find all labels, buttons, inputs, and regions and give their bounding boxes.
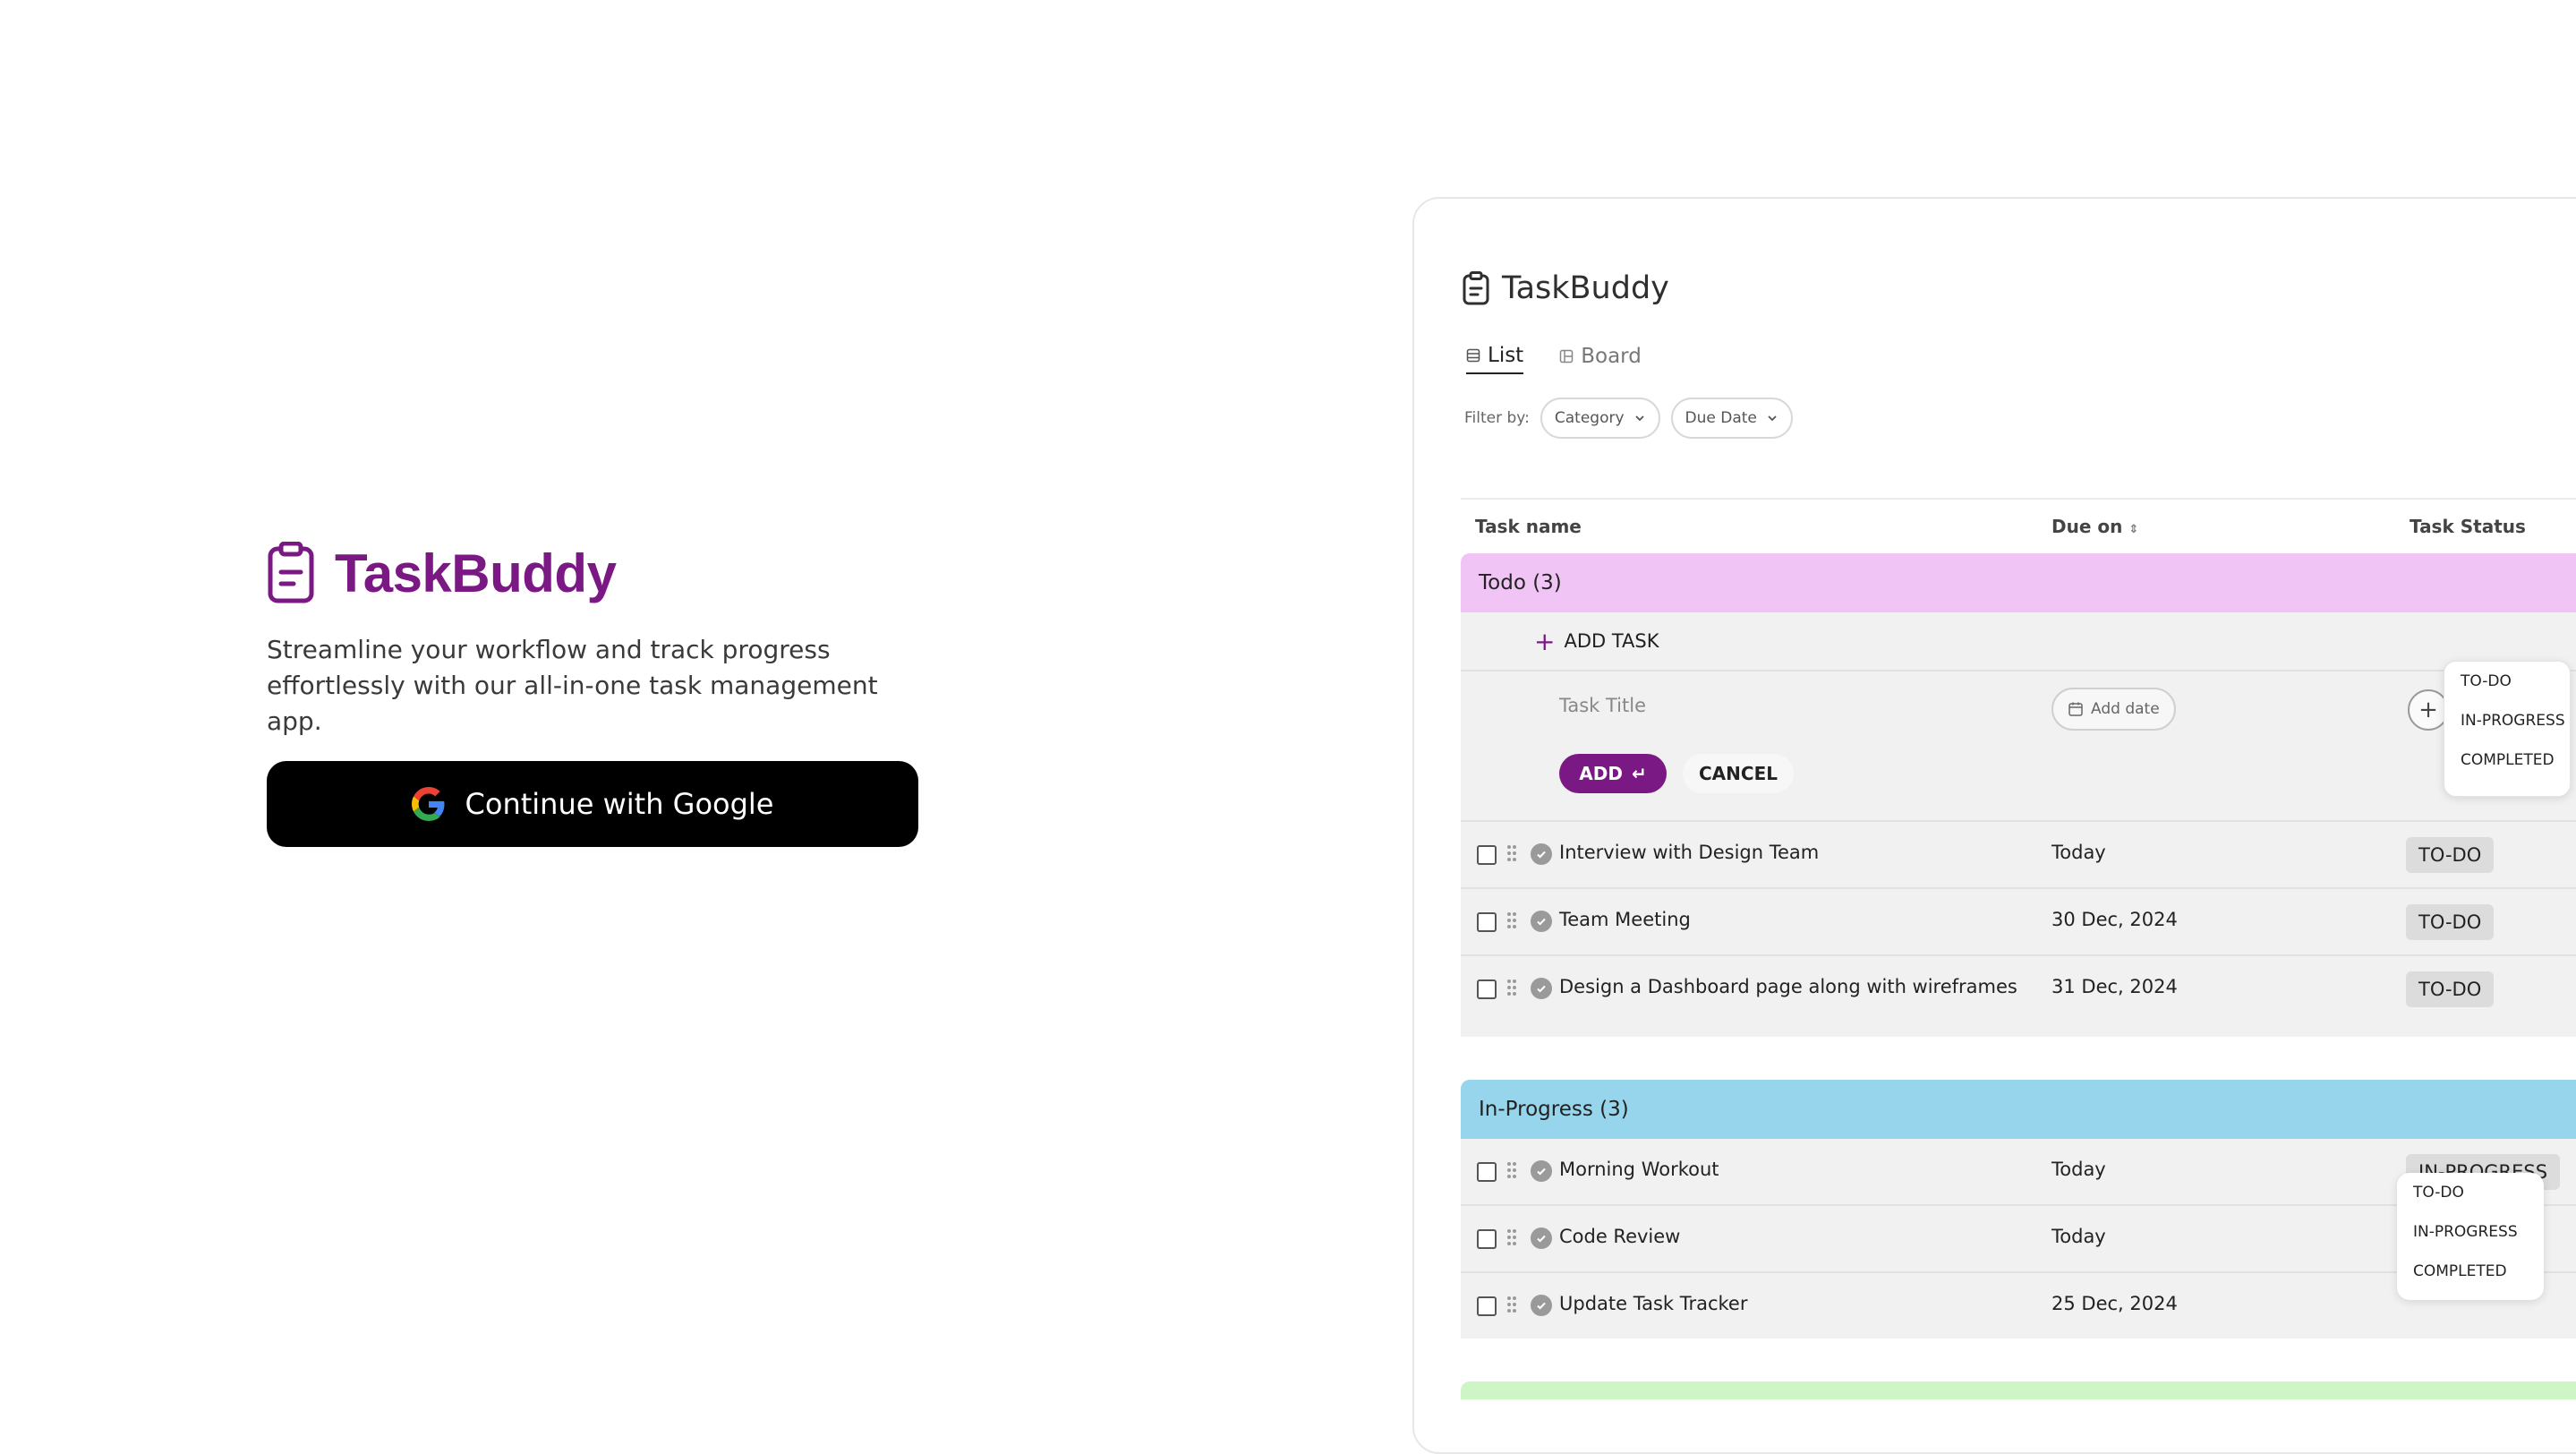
google-button-label: Continue with Google <box>465 787 774 821</box>
chevron-down-icon <box>1634 415 1644 422</box>
drag-handle-icon[interactable] <box>1506 978 1518 997</box>
task-due: Today <box>2051 842 2106 863</box>
app-preview: TaskBuddy List Board Filter by: Category… <box>1412 197 2576 1454</box>
row-checkbox[interactable] <box>1477 912 1497 932</box>
app-header: TaskBuddy <box>1463 270 1669 306</box>
task-due: Today <box>2051 1159 2106 1180</box>
continue-with-google-button[interactable]: Continue with Google <box>267 761 918 847</box>
cancel-button[interactable]: CANCEL <box>1683 754 1794 793</box>
column-due-on[interactable]: Due on ⇕ <box>2051 516 2138 537</box>
brand: TaskBuddy <box>267 537 929 609</box>
task-due: 31 Dec, 2024 <box>2051 976 2178 997</box>
column-task-status: Task Status <box>2410 516 2526 537</box>
tab-list[interactable]: List <box>1466 344 1524 374</box>
drag-handle-icon[interactable] <box>1506 1227 1518 1247</box>
add-date-label: Add date <box>2091 700 2160 718</box>
add-button-label: ADD <box>1579 763 1623 784</box>
status-dropdown: TO-DO IN-PROGRESS COMPLETED <box>2397 1173 2544 1300</box>
board-icon <box>1559 349 1574 364</box>
check-circle-icon[interactable] <box>1531 843 1552 865</box>
tab-list-label: List <box>1488 344 1524 367</box>
tab-board[interactable]: Board <box>1559 344 1642 374</box>
add-task-row[interactable]: + ADD TASK <box>1461 612 2576 671</box>
todo-section-title: Todo (3) <box>1479 571 1562 594</box>
drag-handle-icon[interactable] <box>1506 843 1518 863</box>
task-name: Morning Workout <box>1559 1159 1719 1180</box>
row-checkbox[interactable] <box>1477 1162 1497 1182</box>
google-icon <box>411 787 445 821</box>
add-task-label: ADD TASK <box>1564 630 1659 652</box>
check-circle-icon[interactable] <box>1531 978 1552 999</box>
drag-handle-icon[interactable] <box>1506 1295 1518 1314</box>
status-option[interactable]: COMPLETED <box>2397 1252 2544 1291</box>
due-date-filter-label: Due Date <box>1685 409 1757 427</box>
tab-board-label: Board <box>1581 345 1642 368</box>
status-option[interactable]: TO-DO <box>2397 1173 2544 1212</box>
sort-icon: ⇕ <box>2128 523 2139 536</box>
task-name: Team Meeting <box>1559 909 1691 930</box>
in-progress-section-title: In-Progress (3) <box>1479 1098 1629 1121</box>
todo-section-header[interactable]: Todo (3) <box>1461 553 2576 612</box>
task-due: Today <box>2051 1226 2106 1247</box>
calendar-icon <box>2068 702 2083 716</box>
table-row[interactable]: Design a Dashboard page along with wiref… <box>1461 956 2576 1037</box>
status-dropdown: TO-DO IN-PROGRESS COMPLETED <box>2444 661 2571 797</box>
list-icon <box>1466 348 1480 363</box>
in-progress-section-header[interactable]: In-Progress (3) <box>1461 1080 2576 1139</box>
row-checkbox[interactable] <box>1477 1296 1497 1316</box>
chevron-down-icon <box>1768 415 1777 422</box>
table-row[interactable]: Interview with Design Team Today TO-DO <box>1461 822 2576 889</box>
tagline: Streamline your workflow and track progr… <box>267 635 878 736</box>
column-task-name: Task name <box>1475 516 1582 537</box>
category-filter[interactable]: Category <box>1540 398 1660 439</box>
status-option[interactable]: TO-DO <box>2444 662 2570 701</box>
column-due-on-label: Due on <box>2051 516 2123 537</box>
row-checkbox[interactable] <box>1477 979 1497 999</box>
completed-section-header[interactable] <box>1461 1381 2576 1399</box>
hero-section: TaskBuddy Streamline your workflow and t… <box>267 537 929 847</box>
drag-handle-icon[interactable] <box>1506 1160 1518 1180</box>
status-badge[interactable]: TO-DO <box>2406 971 2495 1007</box>
status-badge[interactable]: TO-DO <box>2406 904 2495 940</box>
task-name: Design a Dashboard page along with wiref… <box>1559 976 2017 997</box>
drag-handle-icon[interactable] <box>1506 911 1518 930</box>
status-option[interactable]: IN-PROGRESS <box>2444 701 2570 740</box>
plus-icon: + <box>1534 626 1556 656</box>
filter-label: Filter by: <box>1464 409 1530 427</box>
task-title-input[interactable]: Task Title <box>1559 695 1646 716</box>
task-name: Update Task Tracker <box>1559 1293 1748 1314</box>
status-badge[interactable]: TO-DO <box>2406 837 2495 873</box>
status-option[interactable]: COMPLETED <box>2444 740 2570 780</box>
row-checkbox[interactable] <box>1477 1229 1497 1249</box>
task-name: Interview with Design Team <box>1559 842 1820 863</box>
clipboard-icon <box>1463 271 1489 305</box>
brand-name: TaskBuddy <box>335 543 617 603</box>
due-date-filter[interactable]: Due Date <box>1670 398 1793 439</box>
add-date-button[interactable]: Add date <box>2051 688 2176 731</box>
view-tabs: List Board <box>1466 344 1642 374</box>
task-due: 30 Dec, 2024 <box>2051 909 2178 930</box>
clipboard-icon <box>268 542 314 603</box>
new-task-form: Task Title Add date + TO-DO IN-PROGRESS … <box>1461 661 2576 822</box>
check-circle-icon[interactable] <box>1531 1295 1552 1316</box>
enter-icon: ↵ <box>1631 763 1647 784</box>
row-checkbox[interactable] <box>1477 845 1497 865</box>
table-row[interactable]: Team Meeting 30 Dec, 2024 TO-DO <box>1461 889 2576 956</box>
filter-bar: Filter by: Category Due Date <box>1464 398 1793 439</box>
check-circle-icon[interactable] <box>1531 1160 1552 1182</box>
check-circle-icon[interactable] <box>1531 1227 1552 1249</box>
add-button[interactable]: ADD ↵ <box>1559 754 1667 793</box>
task-table: Task name Due on ⇕ Task Status Todo (3) … <box>1461 498 2576 1399</box>
app-title: TaskBuddy <box>1502 270 1669 306</box>
status-option[interactable]: IN-PROGRESS <box>2397 1212 2544 1252</box>
plus-icon: + <box>2418 697 2438 723</box>
category-filter-label: Category <box>1554 409 1625 427</box>
check-circle-icon[interactable] <box>1531 911 1552 932</box>
task-name: Code Review <box>1559 1226 1681 1247</box>
todo-section: + ADD TASK Task Title Add date + TO-DO I… <box>1461 612 2576 1037</box>
task-due: 25 Dec, 2024 <box>2051 1293 2178 1314</box>
table-header: Task name Due on ⇕ Task Status <box>1461 498 2576 553</box>
